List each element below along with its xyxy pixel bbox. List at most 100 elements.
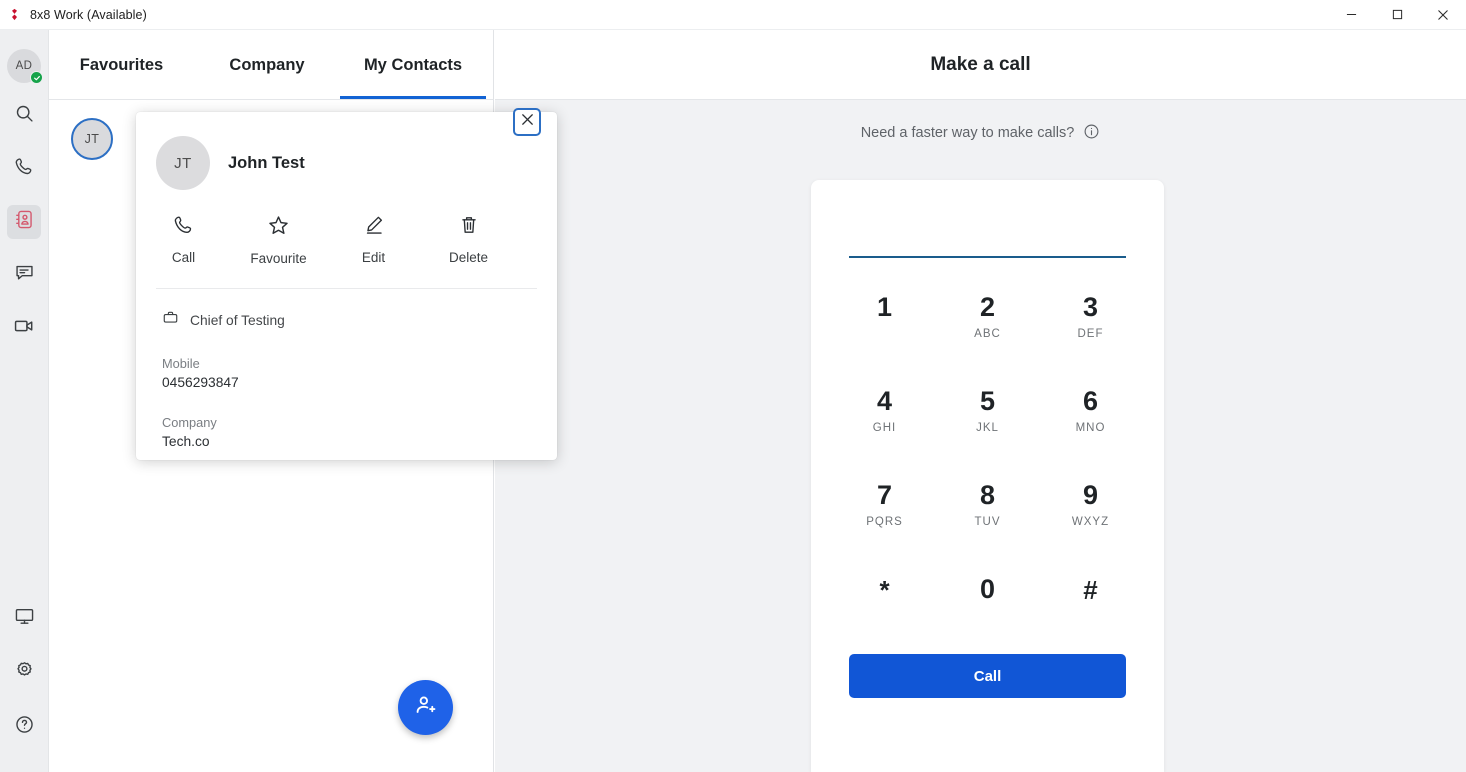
status-badge-available — [30, 71, 43, 84]
sidebar-item-devices[interactable] — [7, 602, 41, 636]
minimize-button[interactable] — [1328, 0, 1374, 30]
dial-key-9[interactable]: 9 WXYZ — [1039, 458, 1142, 552]
dialpad-card: 1 2 ABC 3 DEF 4 GHI 5 JKL 6 MNO 7 PQRS 8… — [811, 180, 1164, 772]
close-contact-card-button[interactable] — [513, 108, 541, 136]
contact-field-mobile-label: Mobile — [162, 356, 200, 371]
dial-key-7[interactable]: 7 PQRS — [833, 458, 936, 552]
dial-key-3-letters: DEF — [1077, 328, 1104, 340]
contacts-tabs: Favourites Company My Contacts — [49, 30, 493, 100]
sidebar-item-messages[interactable] — [7, 258, 41, 292]
8x8-logo-icon — [5, 6, 23, 24]
dial-key-8[interactable]: 8 TUV — [936, 458, 1039, 552]
dial-key-1[interactable]: 1 — [833, 270, 936, 364]
dial-key-6-digit: 6 — [1082, 386, 1099, 416]
close-icon — [520, 112, 535, 132]
info-circle-icon[interactable] — [1083, 123, 1100, 144]
page-title: Make a call — [930, 53, 1031, 75]
dial-key-2-digit: 2 — [979, 292, 996, 322]
phone-icon — [14, 156, 35, 182]
contact-field-mobile-value[interactable]: 0456293847 — [162, 375, 557, 390]
contact-action-favourite-label: Favourite — [250, 251, 307, 266]
tab-favourites-label: Favourites — [79, 55, 164, 74]
tab-company[interactable]: Company — [194, 31, 340, 99]
dial-key-3[interactable]: 3 DEF — [1039, 270, 1142, 364]
sidebar-rail: AD — [0, 30, 49, 772]
search-icon — [14, 103, 35, 129]
dial-key-4[interactable]: 4 GHI — [833, 364, 936, 458]
tab-company-label: Company — [229, 55, 305, 74]
sidebar-item-settings[interactable] — [7, 656, 41, 690]
dial-key-2-letters: ABC — [974, 328, 1001, 340]
dial-key-2[interactable]: 2 ABC — [936, 270, 1039, 364]
tab-my-contacts-label: My Contacts — [363, 55, 463, 74]
window-title: 8x8 Work (Available) — [30, 7, 147, 22]
dial-key-0-digit: 0 — [979, 574, 996, 604]
sidebar-item-search[interactable] — [7, 99, 41, 133]
contact-card-actions: Call Favourite Edit Delete — [136, 190, 557, 266]
contact-job-title: Chief of Testing — [190, 312, 285, 328]
add-contact-button[interactable] — [398, 680, 453, 735]
sidebar-item-calls[interactable] — [7, 152, 41, 186]
make-a-call-panel: Make a call Need a faster way to make ca… — [495, 30, 1466, 772]
tab-favourites[interactable]: Favourites — [49, 31, 194, 99]
contact-action-delete-label: Delete — [448, 250, 489, 265]
dial-key-6[interactable]: 6 MNO — [1039, 364, 1142, 458]
contact-field-mobile: Mobile 0456293847 — [162, 356, 557, 390]
sidebar-item-meetings[interactable] — [7, 311, 41, 345]
gear-icon — [14, 660, 35, 686]
dial-key-5-letters: JKL — [976, 422, 999, 434]
contact-initials: JT — [84, 132, 100, 146]
list-item-contact-avatar[interactable]: JT — [71, 118, 113, 160]
sidebar-item-help[interactable] — [7, 710, 41, 744]
dial-key-8-digit: 8 — [979, 480, 996, 510]
dial-key-6-letters: MNO — [1075, 422, 1106, 434]
window-titlebar: 8x8 Work (Available) — [0, 0, 1466, 30]
contact-card-avatar-initials: JT — [174, 154, 192, 172]
contact-action-call[interactable]: Call — [136, 214, 231, 266]
dial-key-8-letters: TUV — [974, 516, 1001, 528]
contact-field-company: Company Tech.co — [162, 415, 557, 449]
dial-key-9-digit: 9 — [1082, 480, 1099, 510]
contact-field-company-value: Tech.co — [162, 434, 210, 449]
briefcase-icon — [162, 309, 179, 331]
dial-number-input[interactable] — [849, 214, 1126, 258]
chat-bubble-icon — [14, 262, 35, 288]
dial-key-star[interactable]: * — [833, 552, 936, 646]
contact-action-favourite[interactable]: Favourite — [231, 214, 326, 266]
call-hint-text: Need a faster way to make calls? — [860, 125, 1075, 141]
contact-card-header: JT John Test — [136, 108, 557, 190]
call-hint: Need a faster way to make calls? — [495, 100, 1466, 166]
pencil-icon — [363, 214, 385, 241]
sidebar-bottom-group — [7, 602, 41, 772]
dial-key-0[interactable]: 0 — [936, 552, 1039, 646]
dial-input-wrapper — [811, 180, 1164, 258]
dial-key-3-digit: 3 — [1082, 292, 1099, 322]
dial-key-7-letters: PQRS — [866, 516, 903, 528]
dial-key-star-digit: * — [879, 574, 890, 605]
maximize-button[interactable] — [1374, 0, 1420, 30]
monitor-icon — [14, 606, 35, 632]
add-person-icon — [413, 693, 438, 723]
phone-icon — [173, 214, 195, 241]
contact-action-edit[interactable]: Edit — [326, 214, 421, 266]
help-circle-icon — [14, 714, 35, 740]
dial-key-9-letters: WXYZ — [1071, 516, 1110, 528]
dial-key-4-digit: 4 — [876, 386, 893, 416]
window-controls — [1328, 0, 1466, 30]
star-icon — [267, 214, 290, 242]
dialpad-keys: 1 2 ABC 3 DEF 4 GHI 5 JKL 6 MNO 7 PQRS 8… — [811, 270, 1164, 646]
dial-key-1-digit: 1 — [876, 292, 893, 322]
dial-key-5[interactable]: 5 JKL — [936, 364, 1039, 458]
dial-key-hash[interactable]: # — [1039, 552, 1142, 646]
avatar[interactable]: AD — [7, 49, 43, 84]
contact-card-avatar: JT — [156, 136, 210, 190]
tab-my-contacts[interactable]: My Contacts — [340, 31, 486, 99]
contact-action-delete[interactable]: Delete — [421, 214, 516, 266]
contact-field-company-label: Company — [162, 415, 217, 430]
call-panel-header: Make a call — [495, 30, 1466, 100]
sidebar-item-contacts[interactable] — [7, 205, 41, 239]
call-button[interactable]: Call — [849, 654, 1126, 698]
dial-key-7-digit: 7 — [876, 480, 893, 510]
close-button[interactable] — [1420, 0, 1466, 30]
video-camera-icon — [13, 315, 35, 342]
